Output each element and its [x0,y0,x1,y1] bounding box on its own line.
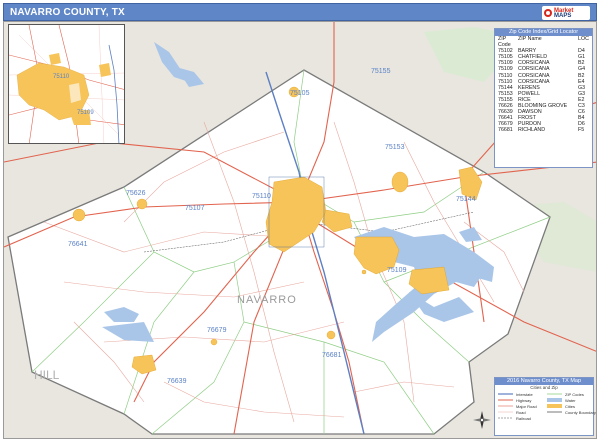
inset-base [9,25,124,143]
legend-item: ZIP Codes [565,392,584,397]
legend-loc: F5 [578,127,585,134]
zip-label: 75153 [385,144,405,151]
zip-label: 75105 [290,90,310,97]
map-legend: 2016 Navarro County, TX Map Cities and Z… [494,377,596,436]
inset-zip-label: 75110 [53,74,70,80]
zip-label: 75155 [371,68,391,75]
zip-label: 76681 [322,352,342,359]
legend-item: Major Road [516,404,537,409]
legend-item: Railroad [516,416,531,421]
neighbor-county-label: HILL [34,368,60,382]
county-label: NAVARRO [237,294,297,306]
legend-col-name: ZIP Name [518,36,542,42]
legend-item: Water [565,398,576,403]
map-title: NAVARRO COUNTY, TX [10,7,125,18]
zip-locator-legend: Zip Code Index/Grid Locator ZIP Code ZIP… [494,28,593,168]
compass-rose-icon [472,410,492,430]
zip-label: 75144 [456,196,476,203]
title-bar: NAVARRO COUNTY, TX Market MAPS [3,3,597,21]
legend-col-loc: LOC [578,36,589,42]
inset-zip-label: 75109 [77,110,94,116]
zip-label: 76641 [68,241,88,248]
legend-header: Zip Code Index/Grid Locator [495,29,592,36]
logo-icon: Market MAPS [542,6,590,20]
map-page: NAVARRO COUNTY, TX Market MAPS 75155 751… [0,0,600,442]
legend-columns: ZIP Code ZIP Name LOC [495,36,592,48]
inset-map: 75110 75109 [8,24,125,144]
legend-item: Interstate [516,392,533,397]
legend-item: Highway [516,398,532,403]
logo-text-2: MAPS [554,13,572,19]
legend-item: Road [516,410,526,415]
zip-label: 75110 [252,193,271,200]
legend-zip: 76681 [498,127,513,134]
legend-item: County Boundary [565,410,596,415]
map-legend-header: 2016 Navarro County, TX Map [495,378,593,385]
zip-label: 75107 [185,205,205,212]
zip-label: 76679 [207,327,227,334]
legend-name: RICHLAND [518,127,546,134]
legend-col-zip: ZIP Code [498,36,511,49]
zip-label: 76639 [167,378,187,385]
legend-item: Cities [565,404,576,409]
zip-label: 75626 [126,190,146,197]
legend-row: 76681 RICHLAND F5 [495,127,592,133]
map-legend-items: Interstate Highway Major Road Road Railr… [495,391,596,431]
zip-label: 75109 [387,267,407,274]
